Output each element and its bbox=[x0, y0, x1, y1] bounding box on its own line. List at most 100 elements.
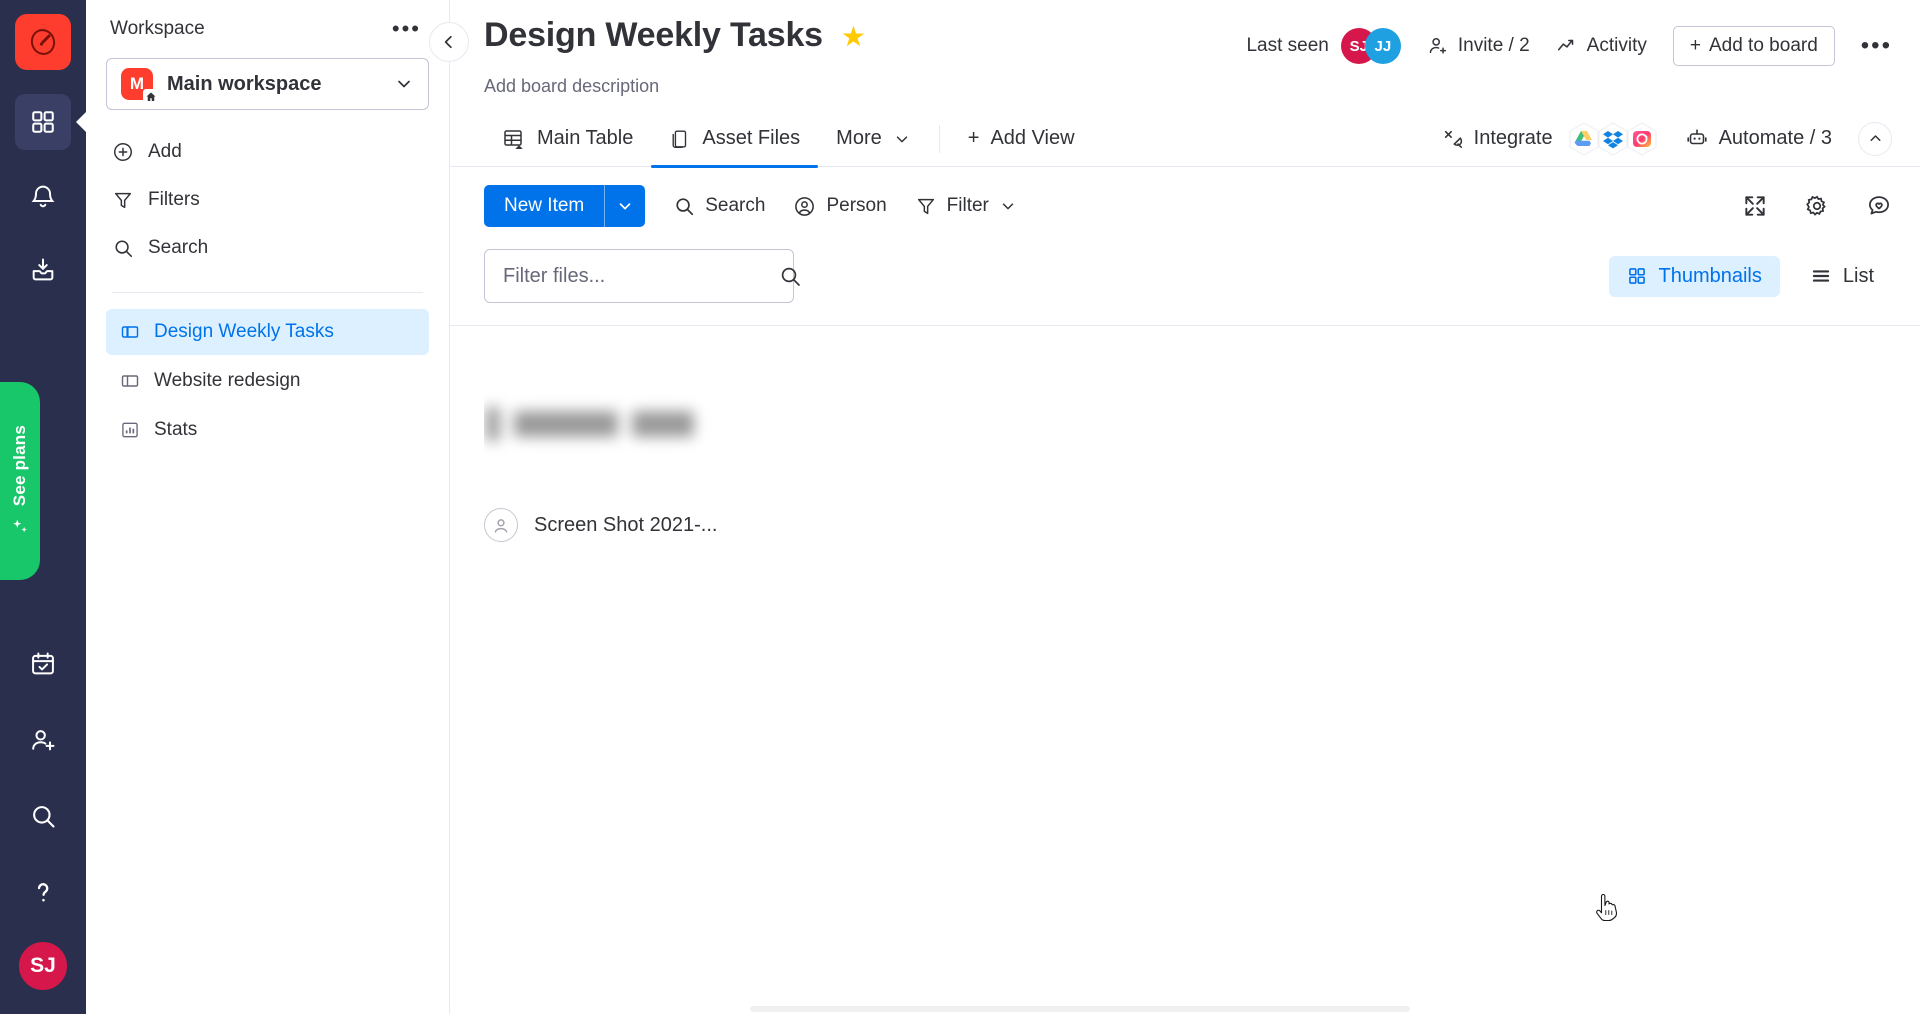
tab-main-table[interactable]: Main Table bbox=[484, 111, 651, 167]
sidebar-action-search[interactable]: Search bbox=[106, 226, 429, 270]
workspace-selector[interactable]: M Main workspace bbox=[106, 58, 429, 110]
view-label: Thumbnails bbox=[1658, 264, 1762, 287]
sidebar-action-label: Add bbox=[148, 141, 182, 162]
plus-circle-icon bbox=[112, 141, 134, 163]
sidebar-board-design-weekly-tasks[interactable]: Design Weekly Tasks bbox=[106, 309, 429, 355]
sidebar-board-stats[interactable]: Stats bbox=[106, 407, 429, 453]
tab-label: Main Table bbox=[537, 127, 634, 149]
board-description[interactable]: Add board description bbox=[484, 76, 1892, 97]
rail-item-my-work[interactable] bbox=[15, 636, 71, 692]
new-item-dropdown-button[interactable] bbox=[605, 185, 645, 227]
dashboard-chart-icon bbox=[120, 420, 140, 440]
activity-button[interactable]: Activity bbox=[1556, 35, 1647, 57]
tab-label: Asset Files bbox=[702, 127, 801, 149]
rail-item-notifications[interactable] bbox=[15, 168, 71, 224]
sidebar-action-filters[interactable]: Filters bbox=[106, 178, 429, 222]
file-thumbnail[interactable] bbox=[484, 388, 724, 460]
plug-icon bbox=[1442, 128, 1464, 150]
user-avatar[interactable]: SJ bbox=[17, 940, 69, 992]
avatar[interactable]: JJ bbox=[1364, 28, 1401, 64]
last-seen-group: Last seen SJ JJ bbox=[1246, 28, 1401, 64]
rail-item-home-grid[interactable] bbox=[15, 94, 71, 150]
workspace-name: Main workspace bbox=[167, 72, 322, 95]
board-more-menu-icon[interactable]: ••• bbox=[1861, 34, 1892, 58]
toolbar-filter-label: Filter bbox=[946, 195, 989, 216]
toolbar-search-label: Search bbox=[705, 195, 766, 216]
left-icon-rail: See plans SJ bbox=[0, 0, 86, 1014]
file-meta: Screen Shot 2021-... bbox=[484, 508, 734, 542]
main-panel: Design Weekly Tasks ★ Last seen SJ JJ In… bbox=[450, 0, 1920, 1014]
tab-asset-files[interactable]: Asset Files bbox=[651, 111, 818, 168]
chevron-down-icon[interactable] bbox=[394, 74, 414, 94]
monday-logo[interactable] bbox=[15, 14, 71, 70]
rail-item-invite-members[interactable] bbox=[15, 712, 71, 768]
chevron-up-icon bbox=[1867, 130, 1884, 147]
view-label: List bbox=[1842, 264, 1874, 287]
rail-item-search-everything[interactable] bbox=[15, 788, 71, 844]
star-icon[interactable]: ★ bbox=[841, 20, 866, 53]
new-item-button[interactable]: New Item bbox=[484, 185, 646, 227]
integration-icons bbox=[1567, 120, 1659, 158]
filter-files-input-wrap[interactable] bbox=[484, 249, 800, 303]
chevron-down-icon bbox=[893, 130, 911, 148]
collapse-header-button[interactable] bbox=[1858, 121, 1892, 156]
expand-icon[interactable] bbox=[1742, 193, 1768, 219]
toolbar-search-button[interactable]: Search bbox=[673, 195, 765, 217]
avatar-stack[interactable]: SJ JJ bbox=[1340, 28, 1401, 64]
horizontal-scrollbar[interactable] bbox=[450, 1004, 1920, 1014]
blurred-screenshot-preview bbox=[484, 407, 694, 441]
ellipsis-icon[interactable]: ••• bbox=[388, 18, 425, 40]
invite-button[interactable]: Invite / 2 bbox=[1427, 35, 1530, 57]
chat-heart-icon[interactable] bbox=[1866, 193, 1892, 219]
new-item-label: New Item bbox=[504, 195, 585, 216]
toolbar-person-button[interactable]: Person bbox=[793, 195, 887, 218]
person-circle-icon bbox=[484, 508, 518, 542]
view-thumbnails-button[interactable]: Thumbnails bbox=[1609, 255, 1780, 297]
trend-line-icon bbox=[1556, 35, 1578, 57]
toolbar-filter-button[interactable]: Filter bbox=[915, 195, 1017, 217]
adobe-creative-cloud-icon[interactable] bbox=[1625, 120, 1659, 158]
funnel-icon bbox=[915, 195, 937, 217]
gear-icon[interactable] bbox=[1804, 193, 1830, 219]
toolbar-right-icons bbox=[1742, 193, 1892, 219]
file-name: Screen Shot 2021-... bbox=[534, 513, 718, 536]
rail-item-inbox[interactable] bbox=[15, 242, 71, 298]
add-view-label: Add View bbox=[990, 127, 1075, 149]
activity-label: Activity bbox=[1586, 35, 1647, 56]
sidebar-collapse-button[interactable] bbox=[429, 22, 469, 62]
files-grid: Screen Shot 2021-... bbox=[450, 326, 1920, 1014]
board-label: Design Weekly Tasks bbox=[154, 321, 334, 342]
sparkle-icon bbox=[9, 515, 31, 537]
page-title: Design Weekly Tasks bbox=[484, 16, 823, 54]
view-list-button[interactable]: List bbox=[1792, 256, 1892, 297]
pointer-hand-cursor bbox=[1595, 894, 1621, 924]
automate-button[interactable]: Automate / 3 bbox=[1685, 127, 1832, 151]
board-header: Design Weekly Tasks ★ Last seen SJ JJ In… bbox=[450, 0, 1920, 97]
tab-divider bbox=[938, 124, 940, 153]
filter-files-input[interactable] bbox=[503, 264, 768, 288]
sidebar-board-website-redesign[interactable]: Website redesign bbox=[106, 358, 429, 404]
grid-small-icon bbox=[1627, 266, 1647, 286]
board-label: Stats bbox=[154, 419, 198, 440]
search-icon bbox=[112, 237, 134, 259]
integrate-label: Integrate bbox=[1473, 127, 1553, 149]
files-view-toggle: Thumbnails List bbox=[1609, 255, 1892, 297]
rail-item-help[interactable] bbox=[15, 864, 71, 920]
add-view-button[interactable]: + Add View bbox=[950, 111, 1093, 167]
workspace-avatar: M bbox=[121, 68, 158, 104]
horizontal-scrollbar-thumb[interactable] bbox=[750, 1006, 1410, 1012]
invite-label: Invite / 2 bbox=[1457, 35, 1530, 56]
sidebar-action-label: Filters bbox=[148, 189, 200, 210]
board-list: Design Weekly Tasks Website redesign Sta… bbox=[106, 309, 429, 453]
sidebar-action-add[interactable]: Add bbox=[106, 130, 429, 174]
tab-more[interactable]: More bbox=[818, 111, 929, 167]
file-page-icon bbox=[669, 128, 691, 150]
automate-label: Automate / 3 bbox=[1718, 127, 1832, 149]
add-to-board-button[interactable]: + Add to board bbox=[1672, 26, 1835, 66]
integrate-button[interactable]: Integrate bbox=[1442, 120, 1659, 158]
chevron-down-icon bbox=[999, 197, 1017, 215]
add-to-board-label: Add to board bbox=[1708, 35, 1818, 56]
search-icon[interactable] bbox=[778, 264, 802, 288]
file-card[interactable]: Screen Shot 2021-... bbox=[484, 388, 734, 542]
see-plans-button[interactable]: See plans bbox=[0, 382, 40, 580]
